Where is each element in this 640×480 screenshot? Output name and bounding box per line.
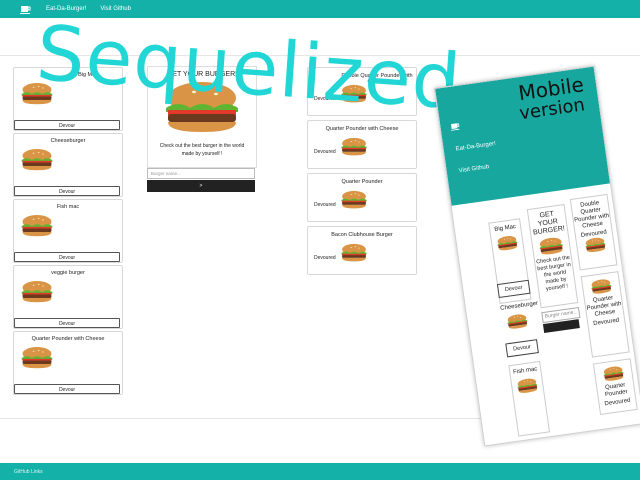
devour-button[interactable]: Devour <box>14 252 120 262</box>
burger-card: Fish mac Devour <box>13 199 123 263</box>
devour-button[interactable]: Devour <box>14 120 120 130</box>
burger-card: veggie burger Devour <box>13 265 123 329</box>
burger-name: Fish mac <box>56 204 80 210</box>
burger-name: Double Quarter Pounder with Cheese <box>573 200 610 230</box>
top-navbar: Eat-Da-Burger! Visit Github <box>0 0 640 18</box>
get-burger-title: GET YOUR BURGER! <box>532 210 566 237</box>
burger-icon <box>495 234 519 253</box>
nav-brand-link[interactable]: Eat-Da-Burger! <box>46 6 86 12</box>
burger-name: Fish mac <box>512 366 538 376</box>
burger-icon <box>340 243 368 263</box>
description-line: Check out the best burger in the world <box>159 143 245 149</box>
burger-name: Cheeseburger <box>50 138 86 144</box>
burger-name: Quarter Pounder with Cheese <box>325 126 399 132</box>
coffee-cup-icon[interactable] <box>450 122 461 131</box>
nav-github-link[interactable]: Visit Github <box>100 6 131 12</box>
devoured-card: Quarter Pounder with Cheese Devoured <box>307 120 417 169</box>
devour-button[interactable]: Devour <box>14 384 120 394</box>
burger-icon <box>20 82 54 106</box>
burger-name: Big Mac <box>494 223 517 233</box>
burger-name: Cheeseburger <box>499 300 539 312</box>
burger-name-input[interactable]: Burger name... <box>147 168 255 179</box>
mobile-devoured-card: Quarter Pounder Devoured <box>592 358 638 416</box>
get-burger-description: Check out the best burger in the world m… <box>535 254 572 293</box>
devour-button[interactable]: Devour <box>14 186 120 196</box>
description-line: made by yourself ! <box>181 151 223 157</box>
mobile-version-preview: Mobile version Eat-Da-Burger! Visit Gith… <box>434 65 640 447</box>
devour-button[interactable]: Devour <box>505 339 539 358</box>
burger-icon <box>505 312 529 331</box>
devoured-status: Devoured <box>314 202 336 208</box>
devoured-card: Quarter Pounder Devoured <box>307 173 417 222</box>
burger-name: Quarter Pounder <box>341 179 383 185</box>
burger-card: Big Mac Devour <box>13 67 123 131</box>
devoured-card: Double Quarter Pounder with Cheese Devou… <box>307 67 417 116</box>
burger-name: Quarter Pounder with Cheese <box>586 295 622 318</box>
burger-name: Quarter Pounder with Cheese <box>31 336 105 342</box>
divider <box>0 55 640 56</box>
burger-icon <box>20 280 54 304</box>
devoured-status: Devoured <box>314 255 336 261</box>
burger-icon <box>340 137 368 157</box>
burger-icon <box>589 277 613 296</box>
devoured-status: Devoured <box>314 149 336 155</box>
burger-icon <box>515 376 539 395</box>
burger-name: Big Mac <box>78 72 98 78</box>
mobile-get-burger-card: GET YOUR BURGER! Check out the best burg… <box>526 203 579 309</box>
devoured-status: Devoured <box>314 96 336 102</box>
devoured-card: Bacon Clubhouse Burger Devoured <box>307 226 417 275</box>
devour-button[interactable]: Devour <box>14 318 120 328</box>
burger-icon <box>20 148 54 172</box>
burger-icon <box>583 236 607 255</box>
burger-icon <box>20 346 54 370</box>
burger-icon <box>20 214 54 238</box>
get-burger-card: GET YOUR BURGER! Check out the best burg… <box>147 66 257 168</box>
burger-name: Bacon Clubhouse Burger <box>331 232 393 238</box>
burger-icon <box>602 364 626 383</box>
burger-name: veggie burger <box>51 270 85 276</box>
mobile-devoured-card: Quarter Pounder with Cheese Devoured <box>580 271 630 358</box>
burger-icon <box>537 236 565 257</box>
mobile-devoured-card: Double Quarter Pounder with Cheese Devou… <box>569 193 618 271</box>
mobile-burger-card: Fish mac <box>508 360 551 437</box>
burger-card: Quarter Pounder with Cheese Devour <box>13 331 123 395</box>
submit-burger-button[interactable]: > <box>147 180 255 192</box>
burger-card: Cheeseburger Devour <box>13 133 123 197</box>
coffee-cup-icon[interactable] <box>20 5 32 14</box>
footer: GitHub Links <box>0 463 640 480</box>
get-burger-title: GET YOUR BURGER! <box>166 71 238 78</box>
get-burger-description: Check out the best burger in the world m… <box>148 142 256 158</box>
burger-icon <box>340 84 368 104</box>
burger-icon <box>340 190 368 210</box>
burger-hero-icon <box>162 80 242 136</box>
